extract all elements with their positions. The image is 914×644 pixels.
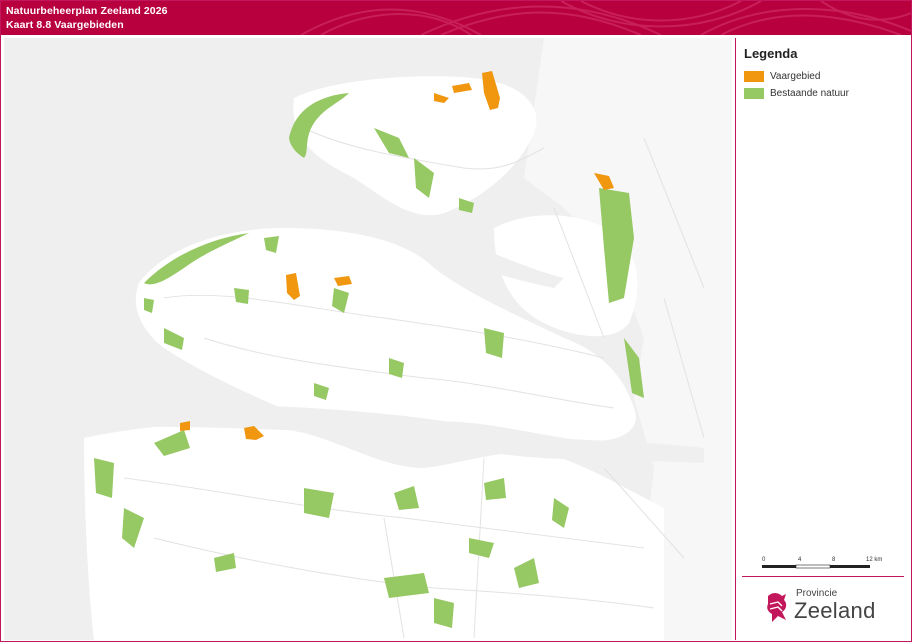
scale-tick-12: 12 km [866, 557, 882, 563]
vaargebied-swatch [744, 70, 764, 82]
legend-label-vaargebied: Vaargebied [770, 70, 821, 82]
scale-tick-0: 0 [762, 557, 766, 563]
legend-item-bestaande-natuur: Bestaande natuur [744, 86, 849, 100]
legend-label-bestaande-natuur: Bestaande natuur [770, 87, 849, 99]
zeeland-lion-icon [767, 593, 787, 622]
legend-item-vaargebied: Vaargebied [744, 69, 820, 83]
logo-separator [742, 576, 904, 577]
nature-area [234, 288, 249, 304]
map-header: Natuurbeheerplan Zeeland 2026 Kaart 8.8 … [1, 1, 911, 35]
scale-bar: 0 4 8 12 km [762, 557, 882, 569]
provincie-zeeland-logo: Provincie Zeeland [764, 586, 904, 626]
legend-panel: Legenda Vaargebied Bestaande natuur 0 4 … [735, 38, 911, 640]
scale-tick-4: 4 [798, 557, 802, 563]
nature-area [94, 458, 114, 498]
scale-segment [795, 564, 831, 569]
bestaande-natuur-swatch [744, 87, 764, 99]
map-title: Natuurbeheerplan Zeeland 2026 [6, 5, 168, 17]
map-subtitle: Kaart 8.8 Vaargebieden [6, 19, 124, 31]
scale-tick-8: 8 [832, 557, 836, 563]
scale-segment [830, 565, 870, 568]
nature-area [434, 598, 454, 628]
legend-title: Legenda [744, 46, 798, 61]
map-svg [44, 38, 732, 640]
nature-area [304, 488, 334, 518]
scale-segment [762, 565, 796, 568]
logo-big-text: Zeeland [794, 598, 876, 623]
map-canvas[interactable] [4, 38, 732, 640]
